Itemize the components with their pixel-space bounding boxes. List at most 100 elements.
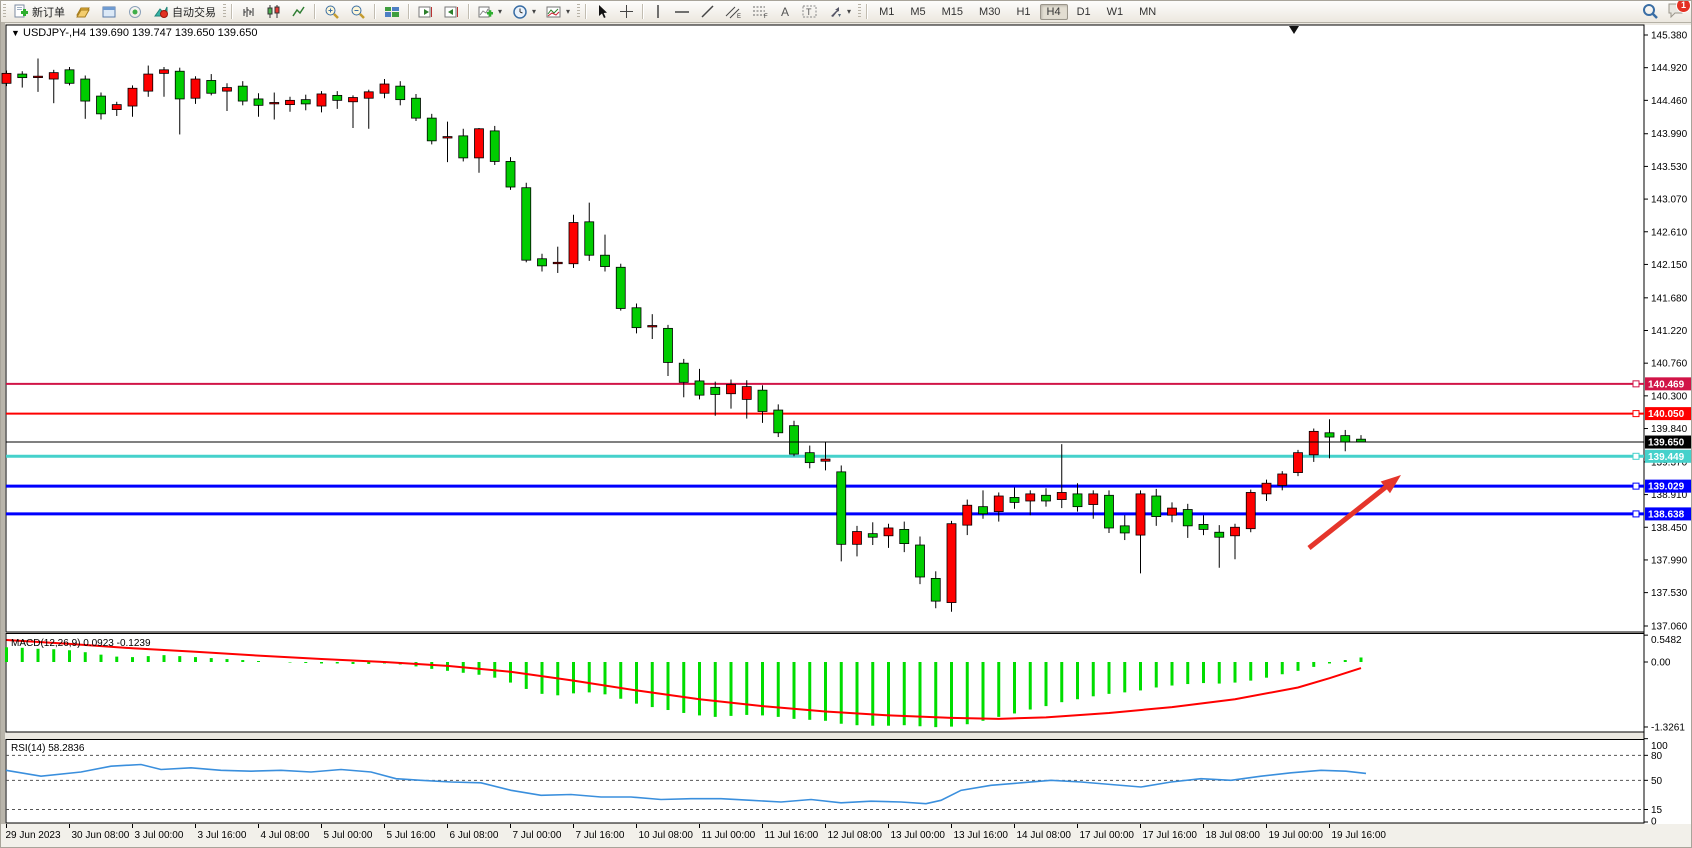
timeframe-button-m30[interactable]: M30 (972, 4, 1007, 20)
bearish-candle (805, 453, 814, 463)
bearish-candle (427, 118, 436, 141)
bearish-candle (459, 136, 468, 158)
timeframe-button-m5[interactable]: M5 (903, 4, 932, 20)
auto-trading-label: 自动交易 (172, 4, 216, 20)
toolbar-grip[interactable] (577, 4, 580, 19)
horizontal-line-tool-button[interactable] (670, 3, 694, 21)
indicators-button[interactable]: ▾ (474, 3, 506, 21)
new-order-button[interactable]: 新订单 (9, 2, 69, 22)
auto-trading-button[interactable]: 自动交易 (149, 2, 220, 22)
line-handle[interactable] (1633, 511, 1639, 517)
left-splitter[interactable] (1, 22, 5, 848)
date-label: 3 Jul 16:00 (198, 830, 247, 841)
bearish-candle (97, 96, 106, 114)
signal-icon (127, 5, 143, 19)
bearish-candle (490, 131, 499, 162)
bearish-candle (679, 363, 688, 382)
bullish-candle (34, 76, 43, 77)
bearish-candle (1152, 496, 1161, 517)
bearish-candle (522, 188, 531, 260)
navigator-icon (101, 5, 117, 19)
bullish-candle (1246, 492, 1255, 528)
price-tick-label: 140.300 (1651, 391, 1688, 402)
candlestick-chart-button[interactable] (262, 2, 285, 21)
price-tick-label: 142.150 (1651, 260, 1688, 271)
bearish-candle (506, 161, 515, 187)
periods-button[interactable]: ▾ (508, 2, 540, 22)
bearish-candle (664, 328, 673, 362)
timeframe-button-h4[interactable]: H4 (1040, 4, 1068, 20)
bullish-candle (1278, 474, 1287, 485)
zoom-out-button[interactable] (346, 2, 370, 22)
bar-chart-button[interactable] (237, 2, 260, 21)
main-chart-panel[interactable] (6, 25, 1644, 632)
bullish-candle (553, 262, 562, 263)
templates-button[interactable]: ▾ (542, 3, 574, 21)
bearish-candle (790, 426, 799, 454)
svg-text:T: T (806, 7, 812, 17)
search-icon[interactable] (1642, 3, 1659, 20)
zoom-in-button[interactable] (320, 2, 344, 22)
cursor-tool-button[interactable] (591, 2, 613, 21)
channel-tool-button[interactable]: E (721, 2, 746, 21)
text-icon: A (779, 4, 792, 19)
navigator-button[interactable] (97, 3, 121, 21)
cursor-icon (595, 4, 609, 19)
chart-shift-button[interactable] (440, 3, 464, 21)
auto-scroll-button[interactable] (414, 3, 438, 21)
date-label: 17 Jul 00:00 (1080, 830, 1135, 841)
bearish-candle (1199, 524, 1208, 529)
timeframe-button-h1[interactable]: H1 (1009, 4, 1037, 20)
toolbar-grip[interactable] (858, 4, 861, 19)
clock-icon (512, 4, 528, 20)
bearish-candle (931, 578, 940, 601)
date-label: 10 Jul 08:00 (639, 830, 694, 841)
svg-text:F: F (764, 14, 768, 19)
toolbar-right-tools: 1 (1642, 1, 1685, 22)
trendline-icon (700, 4, 715, 19)
bearish-candle (916, 545, 925, 577)
trendline-tool-button[interactable] (696, 2, 719, 21)
timeframe-button-m1[interactable]: M1 (872, 4, 901, 20)
templates-icon (546, 5, 562, 19)
toolbar-grip[interactable] (3, 4, 6, 19)
rsi-tick-label: 50 (1651, 776, 1663, 787)
label-tool-button[interactable]: T (798, 2, 822, 21)
tile-windows-button[interactable] (380, 3, 404, 21)
fibonacci-tool-button[interactable]: F (748, 2, 773, 21)
date-label: 4 Jul 08:00 (261, 830, 310, 841)
indicators-icon (478, 5, 494, 19)
line-handle[interactable] (1633, 411, 1639, 417)
timeframe-button-m15[interactable]: M15 (935, 4, 970, 20)
crosshair-tool-button[interactable] (615, 2, 638, 21)
price-tick-label: 143.530 (1651, 162, 1688, 173)
line-handle[interactable] (1633, 381, 1639, 387)
toolbar-grip[interactable] (223, 4, 226, 19)
price-tick-label: 137.060 (1651, 622, 1688, 633)
chevron-down-icon: ▾ (566, 7, 570, 16)
vertical-line-tool-button[interactable] (648, 2, 668, 21)
bullish-candle (1026, 494, 1035, 501)
date-label: 13 Jul 00:00 (891, 830, 946, 841)
timeframe-button-mn[interactable]: MN (1132, 4, 1163, 20)
notifications-button[interactable]: 1 (1667, 2, 1685, 21)
date-label: 29 Jun 2023 (6, 830, 61, 841)
rsi-panel[interactable] (6, 740, 1644, 824)
line-chart-button[interactable] (287, 2, 310, 21)
text-tool-button[interactable]: A (775, 2, 796, 21)
timeframe-button-d1[interactable]: D1 (1070, 4, 1098, 20)
bearish-candle (1183, 510, 1192, 526)
timeframe-button-w1[interactable]: W1 (1100, 4, 1131, 20)
zoom-in-icon (324, 4, 340, 20)
zoom-out-icon (350, 4, 366, 20)
line-handle[interactable] (1633, 453, 1639, 459)
market-watch-button[interactable] (71, 3, 95, 21)
arrows-tool-button[interactable]: ▾ (824, 3, 855, 21)
signal-button[interactable] (123, 3, 147, 21)
line-handle[interactable] (1633, 483, 1639, 489)
bearish-candle (175, 71, 184, 99)
bearish-candle (601, 255, 610, 266)
bullish-candle (1231, 527, 1240, 536)
notification-badge: 1 (1676, 0, 1691, 13)
price-badge-label: 139.449 (1648, 452, 1685, 463)
